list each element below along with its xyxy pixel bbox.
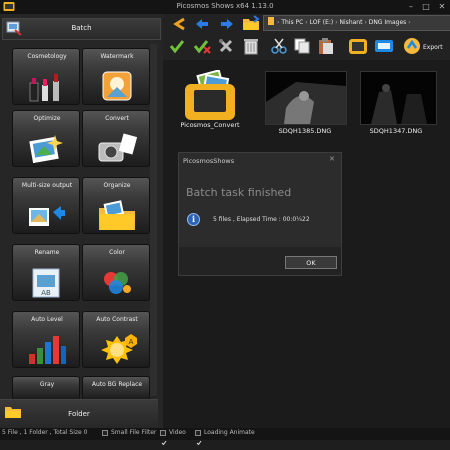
copy-icon[interactable] [294,38,310,54]
tool-auto-contrast-button[interactable]: Auto Contrast A [82,311,150,368]
folder-footer[interactable]: Folder [0,399,158,429]
file-item-thumbnail[interactable] [360,71,437,125]
breadcrumb-item[interactable]: This PC [281,19,303,26]
export-label[interactable]: Export [423,44,443,51]
check-all-icon[interactable] [193,38,211,54]
tool-convert-button[interactable]: Convert [82,110,150,167]
loading-animate-checkbox[interactable] [195,430,202,446]
tool-gray-button[interactable]: Gray [12,376,80,400]
breadcrumb-folder-icon [268,17,274,25]
video-checkbox[interactable] [160,430,167,446]
file-name: SDQH1347.DNG [369,127,423,135]
tool-label: Auto Level [31,316,63,323]
tool-multi-size-output-button[interactable]: Multi-size output [12,177,80,234]
tool-label: Multi-size output [21,182,73,189]
file-name: SDQH1385.DNG [278,127,332,135]
tool-label: Gray [39,381,55,388]
close-window-button[interactable]: ✕ [436,2,448,12]
dialog-heading: Batch task finished [186,186,292,199]
tool-label: Convert [105,115,129,122]
tool-label: Auto Contrast [96,316,138,323]
batch-header[interactable]: Batch [2,18,161,40]
breadcrumb-separator-icon: › [335,19,338,26]
auto-level-icon [29,336,66,364]
convert-icon [98,133,137,162]
dialog-message: 5 files , Elapsed Time : 00:0¼22 [213,216,310,223]
minimize-button[interactable]: – [405,2,417,12]
checkmark-icon [196,440,202,446]
organize-icon [99,200,135,230]
left-scrollbar[interactable] [150,44,157,396]
breadcrumb-item[interactable]: Nishant [340,19,363,26]
tool-auto-level-button[interactable]: Auto Level [12,311,80,368]
tool-cosmetology-button[interactable]: Cosmetology [12,48,80,105]
tool-label: Cosmetology [27,53,67,60]
auto-contrast-icon: A [101,334,137,364]
status-summary: 5 File , 1 Folder , Total Size 0 [2,429,88,436]
up-arrow-icon[interactable] [172,17,186,31]
small-file-filter-label: Small File Filter [111,429,157,436]
optimize-icon [29,135,63,164]
dialog-title: PicosmosShows [183,157,235,165]
tool-label: Auto BG Replace [91,381,143,388]
tool-color-button[interactable]: Color [82,244,150,301]
tool-auto-bg-replace-button[interactable]: Auto BG Replace [82,376,150,400]
loading-animate-label: Loading Animate [204,429,255,436]
folder-label: Folder [68,410,90,418]
export-icon[interactable] [402,37,422,55]
video-label: Video [169,429,186,436]
back-arrow-icon[interactable] [195,18,209,30]
tools-icon[interactable] [218,38,234,54]
tool-rename-button[interactable]: Rename AB [12,244,80,301]
breadcrumb[interactable]: › This PC › LOF (E:) › Nishant › DNG Ima… [263,15,450,31]
tool-label: Rename [34,249,60,256]
tool-organize-button[interactable]: Organize [82,177,150,234]
tool-label: Color [109,249,125,256]
breadcrumb-item[interactable]: LOF (E:) [310,19,334,26]
tool-optimize-button[interactable]: Optimize [12,110,80,167]
breadcrumb-separator-icon: › [277,19,280,26]
watermark-icon [102,71,132,101]
photo-thumbnail-image [361,72,436,124]
rename-icon: AB [32,268,60,298]
svg-text:AB: AB [41,289,51,297]
checkmark-icon [161,440,167,446]
svg-text:A: A [129,338,134,346]
slideshow-icon[interactable] [348,37,368,55]
open-folder-icon[interactable] [242,15,260,31]
info-icon: i [187,213,200,226]
breadcrumb-item[interactable]: DNG Images [369,19,407,26]
batch-label: Batch [71,24,92,32]
file-item-thumbnail[interactable] [265,71,347,125]
forward-arrow-icon[interactable] [220,18,234,30]
tool-watermark-button[interactable]: Watermark [82,48,150,105]
paste-icon[interactable] [318,37,334,55]
small-file-filter-checkbox[interactable] [102,430,108,436]
color-icon [104,272,131,294]
breadcrumb-separator-icon: › [305,19,308,26]
window-title: Picosmos Shows x64 1.13.0 [176,2,274,10]
cosmetology-icon [29,74,59,102]
cut-icon[interactable] [271,38,287,54]
photo-thumbnail-image [266,72,346,124]
tool-label: Organize [103,182,131,189]
picosmos-folder-icon [185,70,235,120]
breadcrumb-separator-icon: › [364,19,367,26]
delete-icon[interactable] [243,37,259,55]
file-item-folder[interactable]: Picosmos_Convert [178,70,242,130]
tool-label: Watermark [100,53,134,60]
file-name: Picosmos_Convert [180,121,240,129]
multi-size-output-icon [29,206,65,226]
dialog-close-button[interactable]: ✕ [329,155,335,163]
tool-label: Optimize [33,115,61,122]
maximize-button[interactable]: □ [420,2,432,12]
breadcrumb-separator-icon: › [408,19,411,26]
check-icon[interactable] [169,38,185,54]
screen-icon[interactable] [374,39,394,53]
ok-button[interactable]: OK [285,256,337,269]
batch-finished-dialog: PicosmosShows ✕ Batch task finished i 5 … [178,152,342,276]
